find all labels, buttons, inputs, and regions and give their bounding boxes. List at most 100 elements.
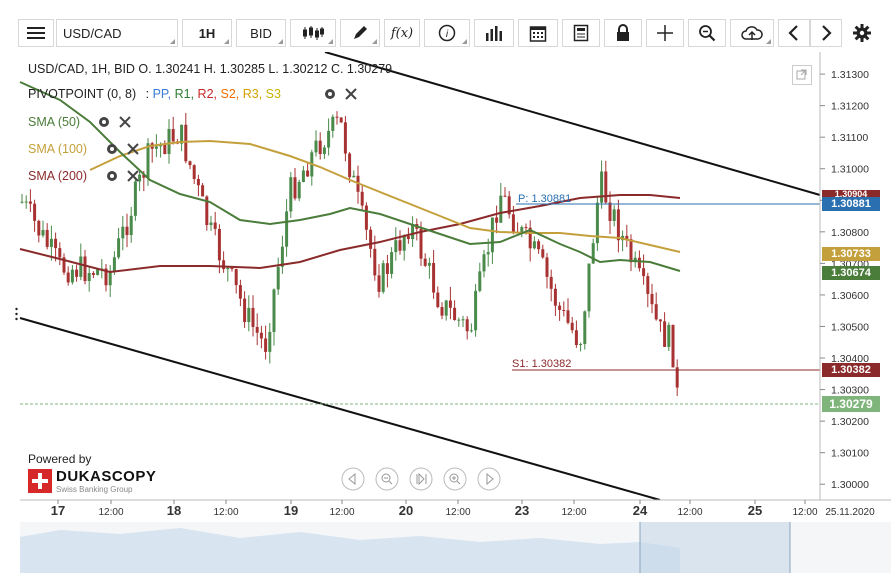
function-icon[interactable]: f(x) xyxy=(384,19,420,47)
navigator-window[interactable] xyxy=(640,522,790,573)
candle-body xyxy=(385,263,389,274)
candle-body xyxy=(327,130,331,148)
pivot-r2: R2, xyxy=(197,87,217,101)
crosshair-icon[interactable] xyxy=(646,19,684,47)
candle-body xyxy=(654,304,658,320)
candle-body xyxy=(495,217,499,223)
candle-body xyxy=(440,307,444,316)
candle-body xyxy=(600,171,604,203)
candle-body xyxy=(377,275,381,292)
candle-body xyxy=(503,195,507,197)
nav-left-icon[interactable] xyxy=(341,467,365,491)
drag-handle-icon[interactable] xyxy=(15,307,18,325)
chevron-left-icon[interactable] xyxy=(778,19,810,47)
timeframe-selector[interactable]: 1H xyxy=(182,19,232,47)
zoom-out-icon[interactable] xyxy=(375,467,399,491)
x-tick-label: 24 xyxy=(633,503,648,518)
gear-icon[interactable] xyxy=(107,144,117,154)
candlestick-icon[interactable] xyxy=(290,19,336,47)
candle-body xyxy=(24,201,28,203)
candle-body xyxy=(230,267,234,269)
candle-body xyxy=(184,124,188,162)
candle-body xyxy=(154,146,158,149)
close-icon[interactable] xyxy=(345,88,357,100)
candle-body xyxy=(637,257,641,269)
x-tick-label: 12:00 xyxy=(445,507,470,518)
cloud-upload-icon[interactable] xyxy=(730,19,774,47)
y-tick-label: 1.31200 xyxy=(831,101,869,113)
candle-body xyxy=(390,252,394,274)
lock-icon[interactable] xyxy=(604,19,642,47)
sma200-controls xyxy=(107,170,139,182)
candle-body xyxy=(234,268,238,286)
brand-tagline: Swiss Banking Group xyxy=(56,485,133,494)
nav-right-icon[interactable] xyxy=(477,467,501,491)
close-icon[interactable] xyxy=(127,143,139,155)
gear-icon[interactable] xyxy=(107,171,117,181)
chevron-right-icon[interactable] xyxy=(810,19,842,47)
candle-body xyxy=(352,175,356,178)
symbol-label: USD/CAD xyxy=(63,25,122,41)
candle-body xyxy=(469,330,473,332)
candle-body xyxy=(402,236,406,251)
x-tick-label: 18 xyxy=(167,503,181,518)
candle-body xyxy=(272,289,276,332)
sma50-legend: SMA (50) xyxy=(28,115,80,129)
y-tick-label: 1.30300 xyxy=(831,385,869,397)
candle-body xyxy=(667,324,671,347)
candle-body xyxy=(339,117,343,123)
x-tick-label: 23 xyxy=(515,503,529,518)
candle-body xyxy=(301,170,305,182)
hamburger-menu-icon[interactable] xyxy=(18,19,54,47)
document-icon[interactable] xyxy=(562,19,600,47)
gear-icon[interactable] xyxy=(325,89,335,99)
y-tick-label: 1.30000 xyxy=(831,479,869,491)
candle-body xyxy=(255,326,259,333)
x-tick-label: 12:00 xyxy=(561,507,586,518)
y-tick-label: 1.30100 xyxy=(831,448,869,460)
candle-body xyxy=(117,238,121,258)
bar-chart-icon[interactable] xyxy=(474,19,514,47)
symbol-selector[interactable]: USD/CAD xyxy=(56,19,178,47)
side-selector[interactable]: BID xyxy=(236,19,286,47)
candle-body xyxy=(650,293,654,305)
pivot-s1-label: S1: 1.30382 xyxy=(512,358,571,370)
pivot-controls xyxy=(325,88,357,100)
candle-body xyxy=(486,252,490,255)
candle-body xyxy=(66,272,70,283)
candle-body xyxy=(381,263,385,292)
branding: Powered by DUKASCOPY Swiss Banking Group xyxy=(28,452,156,494)
sma100-label: SMA (100) xyxy=(28,142,88,156)
candle-body xyxy=(112,257,116,272)
candle-body xyxy=(406,236,410,240)
candle-body xyxy=(33,203,37,221)
candle-body xyxy=(398,240,402,251)
candle-body xyxy=(457,319,461,321)
chart-area[interactable]: P: 1.30881 S1: 1.30382 1.31300 1.31200 1.3… xyxy=(0,51,891,573)
info-icon[interactable]: i xyxy=(424,19,470,47)
pencil-icon[interactable] xyxy=(340,19,380,47)
price-tag-sma50: 1.30674 xyxy=(822,266,880,280)
close-icon[interactable] xyxy=(127,170,139,182)
close-icon[interactable] xyxy=(119,116,131,128)
gear-icon[interactable] xyxy=(846,19,878,47)
side-label: BID xyxy=(250,25,272,41)
brand-name: DUKASCOPY xyxy=(56,468,157,485)
calendar-icon[interactable] xyxy=(518,19,558,47)
candle-body xyxy=(579,344,583,346)
candle-body xyxy=(121,226,125,239)
candle-body xyxy=(591,243,595,264)
zoom-in-icon[interactable] xyxy=(443,467,467,491)
toolbar: USD/CAD 1H BID f(x) i xyxy=(0,0,891,52)
zoom-icon[interactable] xyxy=(688,19,726,47)
reset-zoom-icon[interactable] xyxy=(409,467,433,491)
dukascopy-logo-icon xyxy=(28,469,52,493)
candle-body xyxy=(364,205,368,230)
price-chart[interactable]: P: 1.30881 S1: 1.30382 1.31300 1.31200 1.3… xyxy=(0,51,891,573)
candle-body xyxy=(129,215,133,236)
expand-icon[interactable] xyxy=(792,65,812,85)
candle-body xyxy=(293,177,297,199)
candle-body xyxy=(587,263,591,312)
x-tick-label: 25 xyxy=(748,503,762,518)
gear-icon[interactable] xyxy=(99,117,109,127)
